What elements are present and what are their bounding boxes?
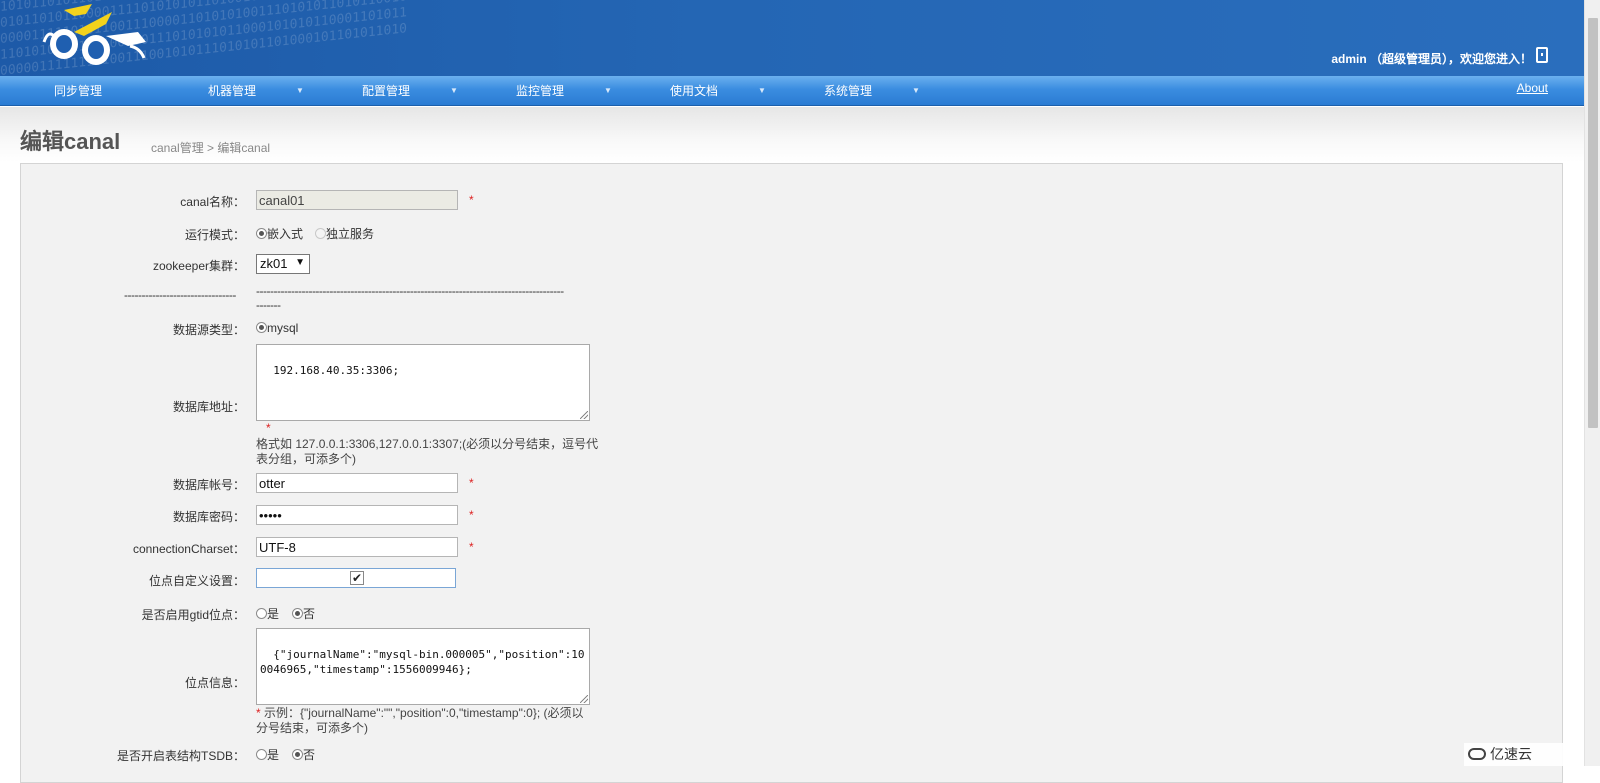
divider-left: -------------------------------- xyxy=(124,288,236,302)
nav-item-label: 机器管理 xyxy=(208,84,257,98)
position-info-label: 位点信息： xyxy=(184,676,245,690)
watermark: 亿速云 xyxy=(1464,743,1572,766)
datasource-mysql-option[interactable]: mysql xyxy=(256,321,298,335)
nav-item-system[interactable]: 系统管理 ▼ xyxy=(824,76,924,106)
required-mark: * xyxy=(469,476,474,490)
db-password-input[interactable]: ••••• xyxy=(256,505,458,525)
nav-item-label: 配置管理 xyxy=(362,84,411,98)
run-mode-embedded-option[interactable]: 嵌入式 xyxy=(256,225,303,242)
otter-logo-icon xyxy=(42,4,146,65)
option-label: 嵌入式 xyxy=(267,227,304,241)
connection-charset-input[interactable]: UTF-8 xyxy=(256,537,458,557)
option-label: 独立服务 xyxy=(326,227,375,241)
required-mark: * xyxy=(469,540,474,554)
nav-item-label: 监控管理 xyxy=(516,84,565,98)
connection-charset-label: connectionCharset： xyxy=(132,542,245,556)
radio-unchecked[interactable] xyxy=(256,749,267,760)
chevron-down-icon: ▼ xyxy=(604,86,612,95)
db-address-textarea[interactable]: 192.168.40.35:3306; xyxy=(256,344,590,421)
required-mark: * xyxy=(469,193,474,207)
required-mark: * xyxy=(266,421,271,435)
db-address-hint-line2: 表分组，可添多个) xyxy=(256,452,356,466)
page-title: 编辑canal xyxy=(20,129,121,154)
cloud-icon xyxy=(1468,748,1486,760)
position-custom-field: ✔ xyxy=(256,568,456,588)
radio-unchecked[interactable] xyxy=(315,228,326,239)
db-password-label: 数据库密码： xyxy=(172,510,245,524)
datasource-type-label: 数据源类型： xyxy=(172,323,245,337)
textarea-value: 192.168.40.35:3306; xyxy=(273,364,400,377)
header-banner: 1010110101101010001101011010101110100110… xyxy=(0,0,1584,76)
radio-unchecked[interactable] xyxy=(256,608,267,619)
radio-checked[interactable] xyxy=(256,322,267,333)
position-info-hint-line2: 分号结束，可添多个) xyxy=(256,721,368,735)
textarea-value: {"journalName":"mysql-bin.000005","posit… xyxy=(260,648,585,676)
option-label: 是 xyxy=(267,607,280,621)
nav-item-machine[interactable]: 机器管理 ▼ xyxy=(208,76,308,106)
tsdb-yes-option[interactable]: 是 xyxy=(256,746,279,763)
radio-checked[interactable] xyxy=(256,228,267,239)
scrollbar-thumb[interactable] xyxy=(1588,18,1598,428)
canal-name-label: canal名称： xyxy=(180,195,245,209)
radio-checked[interactable] xyxy=(292,749,303,760)
nav-item-sync[interactable]: 同步管理 xyxy=(54,76,102,106)
run-mode-standalone-option[interactable]: 独立服务 xyxy=(315,225,374,242)
form-panel xyxy=(20,163,1563,783)
tsdb-no-option[interactable]: 否 xyxy=(292,746,315,763)
option-label: 是 xyxy=(267,748,280,762)
vertical-scrollbar[interactable] xyxy=(1584,0,1600,766)
db-address-label: 数据库地址： xyxy=(172,400,245,414)
nav-item-label: 系统管理 xyxy=(824,84,873,98)
nav-item-label: 使用文档 xyxy=(670,84,719,98)
about-link[interactable]: About xyxy=(1517,81,1548,95)
canal-name-input[interactable]: canal01 xyxy=(256,190,458,210)
chevron-down-icon: ▼ xyxy=(912,86,920,95)
db-account-label: 数据库帐号： xyxy=(172,478,245,492)
position-info-textarea[interactable]: {"journalName":"mysql-bin.000005","posit… xyxy=(256,628,590,705)
resize-handle-icon[interactable] xyxy=(580,695,588,703)
breadcrumb: canal管理 > 编辑canal xyxy=(151,141,271,155)
chevron-down-icon: ▼ xyxy=(296,86,304,95)
position-info-hint-line1: * 示例：{"journalName":"","position":0,"tim… xyxy=(256,706,584,721)
position-custom-label: 位点自定义设置： xyxy=(148,574,245,588)
gtid-label: 是否启用gtid位点： xyxy=(141,608,245,622)
user-greeting: admin （超级管理员），欢迎您进入！ xyxy=(1331,52,1532,66)
divider-right-continued: ------- xyxy=(256,298,281,312)
option-label: 否 xyxy=(303,748,316,762)
required-mark: * xyxy=(469,508,474,522)
db-account-input[interactable]: otter xyxy=(256,473,458,493)
db-address-hint-line1: 格式如 127.0.0.1:3306,127.0.0.1:3307;(必须以分号… xyxy=(256,437,599,451)
position-info-hint-text: 示例：{"journalName":"","position":0,"times… xyxy=(260,706,584,720)
chevron-down-icon: ▼ xyxy=(295,257,305,268)
logout-icon[interactable] xyxy=(1536,47,1548,63)
watermark-text: 亿速云 xyxy=(1490,746,1532,762)
nav-item-monitor[interactable]: 监控管理 ▼ xyxy=(516,76,616,106)
zookeeper-select[interactable]: zk01 ▼ xyxy=(256,254,310,274)
option-label: mysql xyxy=(267,321,299,335)
option-label: 否 xyxy=(303,607,316,621)
resize-handle-icon[interactable] xyxy=(580,411,588,419)
chevron-down-icon: ▼ xyxy=(758,86,766,95)
main-nav: 同步管理 机器管理 ▼ 配置管理 ▼ 监控管理 ▼ 使用文档 ▼ 系统管理 ▼ … xyxy=(0,76,1584,106)
position-custom-checkbox[interactable]: ✔ xyxy=(350,571,364,585)
chevron-down-icon: ▼ xyxy=(450,86,458,95)
zookeeper-label: zookeeper集群： xyxy=(152,259,245,273)
select-value: zk01 xyxy=(260,256,288,271)
radio-checked[interactable] xyxy=(292,608,303,619)
divider-right: ----------------------------------------… xyxy=(256,284,564,298)
nav-item-docs[interactable]: 使用文档 ▼ xyxy=(670,76,770,106)
tsdb-label: 是否开启表结构TSDB： xyxy=(116,749,245,763)
nav-item-label: 同步管理 xyxy=(54,84,103,98)
nav-item-config[interactable]: 配置管理 ▼ xyxy=(362,76,462,106)
gtid-yes-option[interactable]: 是 xyxy=(256,605,279,622)
gtid-no-option[interactable]: 否 xyxy=(292,605,315,622)
run-mode-label: 运行模式： xyxy=(184,228,245,242)
